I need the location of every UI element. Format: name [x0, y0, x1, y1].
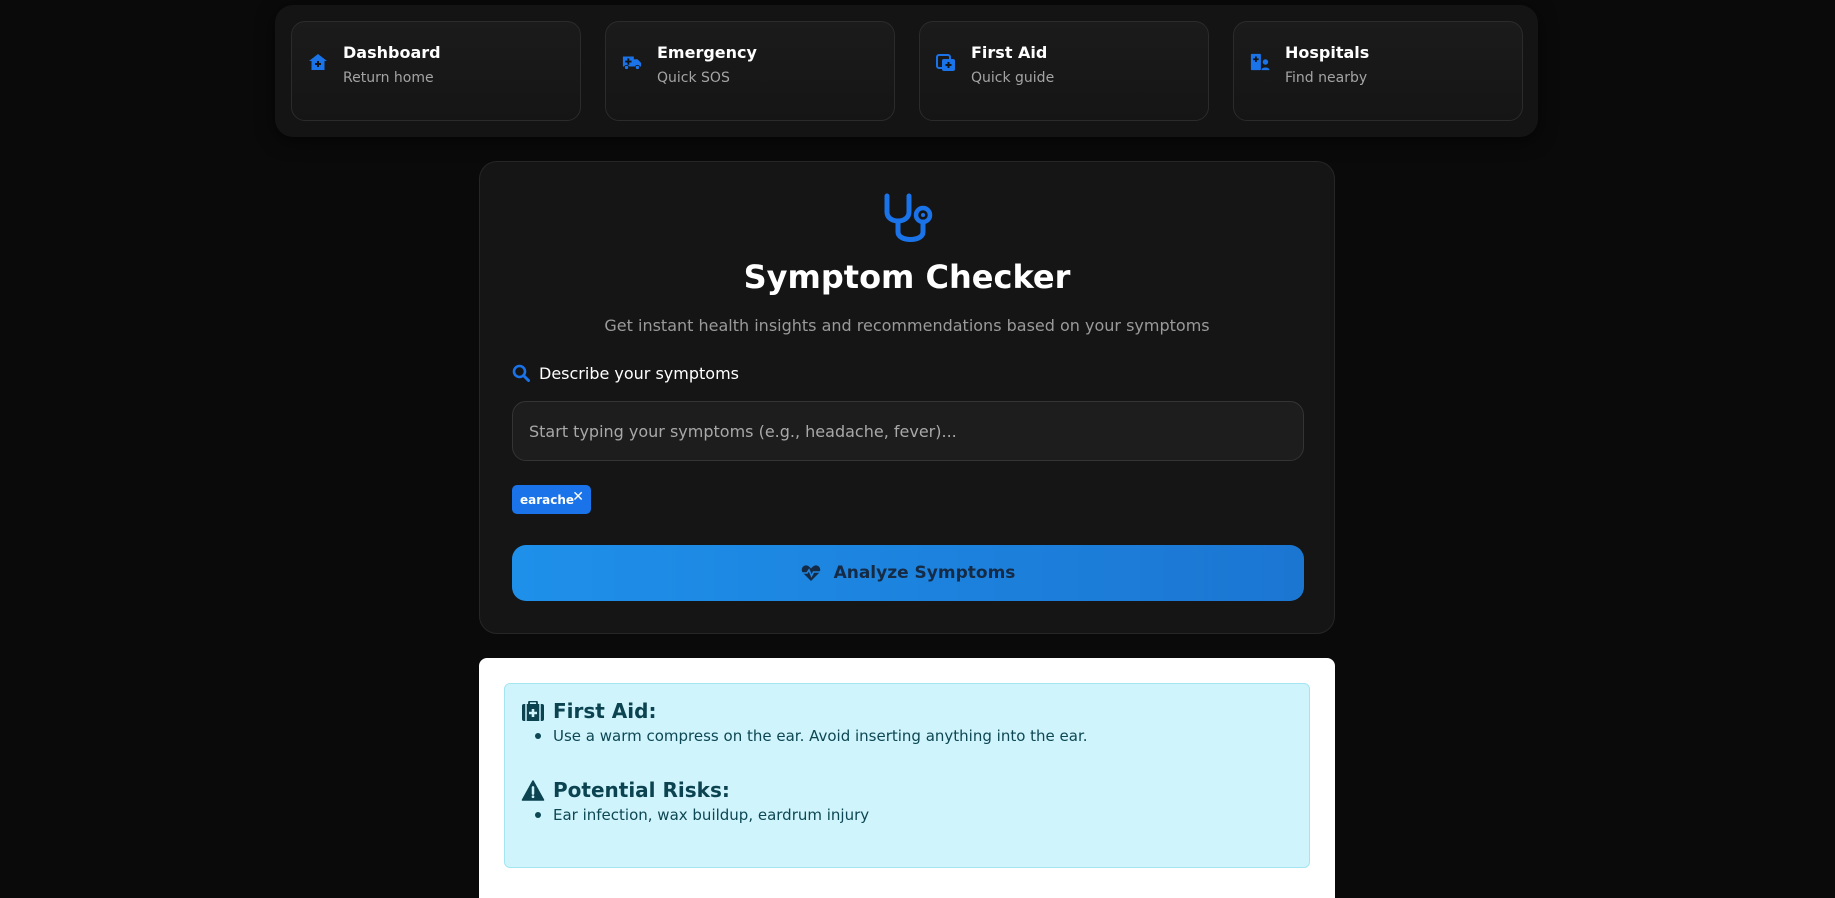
risks-item-text: Ear infection, wax buildup, eardrum inju…: [553, 806, 870, 824]
first-aid-heading: First Aid:: [521, 699, 656, 723]
page-title: Symptom Checker: [743, 258, 1071, 296]
symptom-search-input[interactable]: [512, 401, 1304, 461]
nav-card-title: First Aid: [971, 43, 1048, 62]
nav-card-title: Emergency: [657, 43, 757, 62]
nav-card-subtitle: Quick guide: [971, 70, 1055, 86]
first-aid-icon: [936, 54, 955, 71]
first-aid-heading-text: First Aid:: [553, 699, 657, 723]
nav-card-emergency[interactable]: Emergency Quick SOS: [605, 21, 895, 121]
remove-tag-button[interactable]: ✕: [572, 489, 584, 505]
heart-pulse-icon: [801, 565, 820, 581]
nav-card-hospitals[interactable]: Hospitals Find nearby: [1233, 21, 1523, 121]
top-nav: Dashboard Return home Emergency Quick SO…: [275, 5, 1538, 137]
nav-card-first-aid[interactable]: First Aid Quick guide: [919, 21, 1209, 121]
list-item: Ear infection, wax buildup, eardrum inju…: [535, 806, 869, 824]
nav-card-title: Hospitals: [1285, 43, 1370, 62]
results-alert: First Aid: Use a warm compress on the ea…: [504, 683, 1310, 868]
results-panel: First Aid: Use a warm compress on the ea…: [479, 658, 1335, 898]
list-item: Use a warm compress on the ear. Avoid in…: [535, 727, 1088, 745]
warning-icon: [521, 779, 545, 801]
nav-card-dashboard[interactable]: Dashboard Return home: [291, 21, 581, 121]
symptom-tag: earache ✕: [512, 485, 591, 514]
nav-card-subtitle: Quick SOS: [657, 70, 730, 86]
medkit-icon: [522, 700, 544, 721]
symptoms-label-text: Describe your symptoms: [539, 363, 739, 383]
search-icon: [512, 364, 530, 382]
nav-card-subtitle: Return home: [343, 70, 434, 86]
page-subtitle: Get instant health insights and recommen…: [604, 316, 1210, 335]
analyze-symptoms-button[interactable]: Analyze Symptoms: [512, 545, 1304, 601]
first-aid-item-text: Use a warm compress on the ear. Avoid in…: [553, 727, 1088, 745]
symptom-checker-card: Symptom Checker Get instant health insig…: [479, 161, 1335, 634]
home-icon: [309, 54, 327, 70]
nav-card-title: Dashboard: [343, 43, 441, 62]
ambulance-icon: [622, 56, 642, 71]
stethoscope-icon: [884, 193, 933, 242]
hospital-user-icon: [1250, 53, 1270, 71]
risks-heading-text: Potential Risks:: [553, 778, 730, 802]
symptoms-label: Describe your symptoms: [512, 362, 739, 384]
symptom-tag-label: earache: [520, 492, 575, 507]
risks-heading: Potential Risks:: [521, 778, 730, 802]
analyze-button-label: Analyze Symptoms: [833, 563, 1016, 583]
nav-card-subtitle: Find nearby: [1285, 70, 1368, 86]
